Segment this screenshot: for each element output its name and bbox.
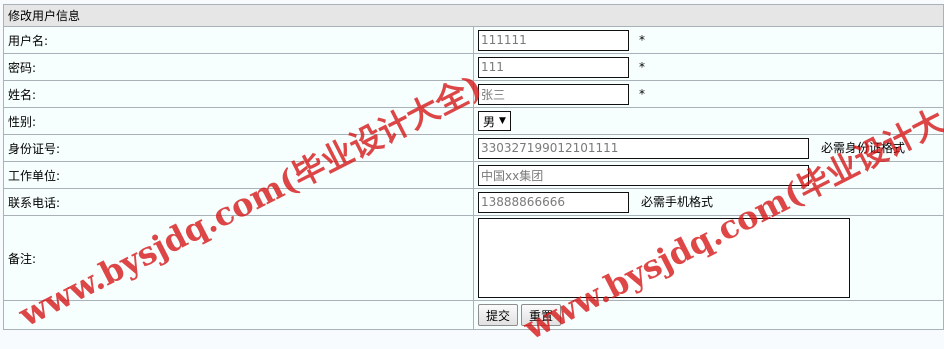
id-card-cell: 必需身份证格式	[473, 134, 944, 162]
work-unit-row: 工作单位:	[3, 161, 944, 189]
username-label: 用户名:	[3, 26, 474, 54]
phone-row: 联系电话: 必需手机格式	[3, 188, 944, 216]
password-label: 密码:	[3, 53, 474, 81]
edit-user-form: 修改用户信息 用户名: * 密码: * 姓名: * 性别: 男 ▼ 身份证号: …	[3, 4, 944, 330]
password-cell: *	[473, 53, 944, 81]
buttons-cell: 提交 重置	[473, 300, 944, 330]
username-row: 用户名: *	[3, 26, 944, 54]
reset-button[interactable]: 重置	[521, 304, 562, 326]
work-unit-input[interactable]	[478, 164, 809, 186]
form-title-row: 修改用户信息	[3, 4, 944, 27]
work-unit-cell	[473, 161, 944, 189]
remark-label: 备注:	[3, 215, 474, 301]
username-cell: *	[473, 26, 944, 54]
phone-input[interactable]	[478, 191, 629, 213]
password-input[interactable]	[478, 56, 629, 78]
phone-cell: 必需手机格式	[473, 188, 944, 216]
id-card-hint: 必需身份证格式	[821, 140, 906, 155]
remark-row: 备注:	[3, 215, 944, 301]
name-cell: *	[473, 80, 944, 108]
remark-textarea[interactable]	[478, 218, 850, 298]
password-row: 密码: *	[3, 53, 944, 81]
password-required-mark: *	[639, 59, 645, 74]
remark-cell	[473, 215, 944, 301]
phone-label: 联系电话:	[3, 188, 474, 216]
name-input[interactable]	[478, 83, 629, 105]
id-card-input[interactable]	[478, 137, 809, 159]
username-input[interactable]	[478, 29, 629, 51]
id-card-label: 身份证号:	[3, 134, 474, 162]
buttons-row: 提交 重置	[3, 300, 944, 330]
form-title: 修改用户信息	[3, 4, 944, 27]
name-label: 姓名:	[3, 80, 474, 108]
id-card-row: 身份证号: 必需身份证格式	[3, 134, 944, 162]
dropdown-arrow-icon: ▼	[499, 116, 506, 126]
username-required-mark: *	[639, 32, 645, 47]
name-required-mark: *	[639, 86, 645, 101]
gender-label: 性别:	[3, 107, 474, 135]
buttons-row-spacer	[3, 300, 474, 330]
name-row: 姓名: *	[3, 80, 944, 108]
gender-selected-value: 男	[483, 114, 496, 129]
submit-button[interactable]: 提交	[478, 304, 519, 326]
gender-cell: 男 ▼	[473, 107, 944, 135]
work-unit-label: 工作单位:	[3, 161, 474, 189]
phone-hint: 必需手机格式	[641, 194, 714, 209]
gender-row: 性别: 男 ▼	[3, 107, 944, 135]
gender-select[interactable]: 男 ▼	[478, 111, 511, 131]
